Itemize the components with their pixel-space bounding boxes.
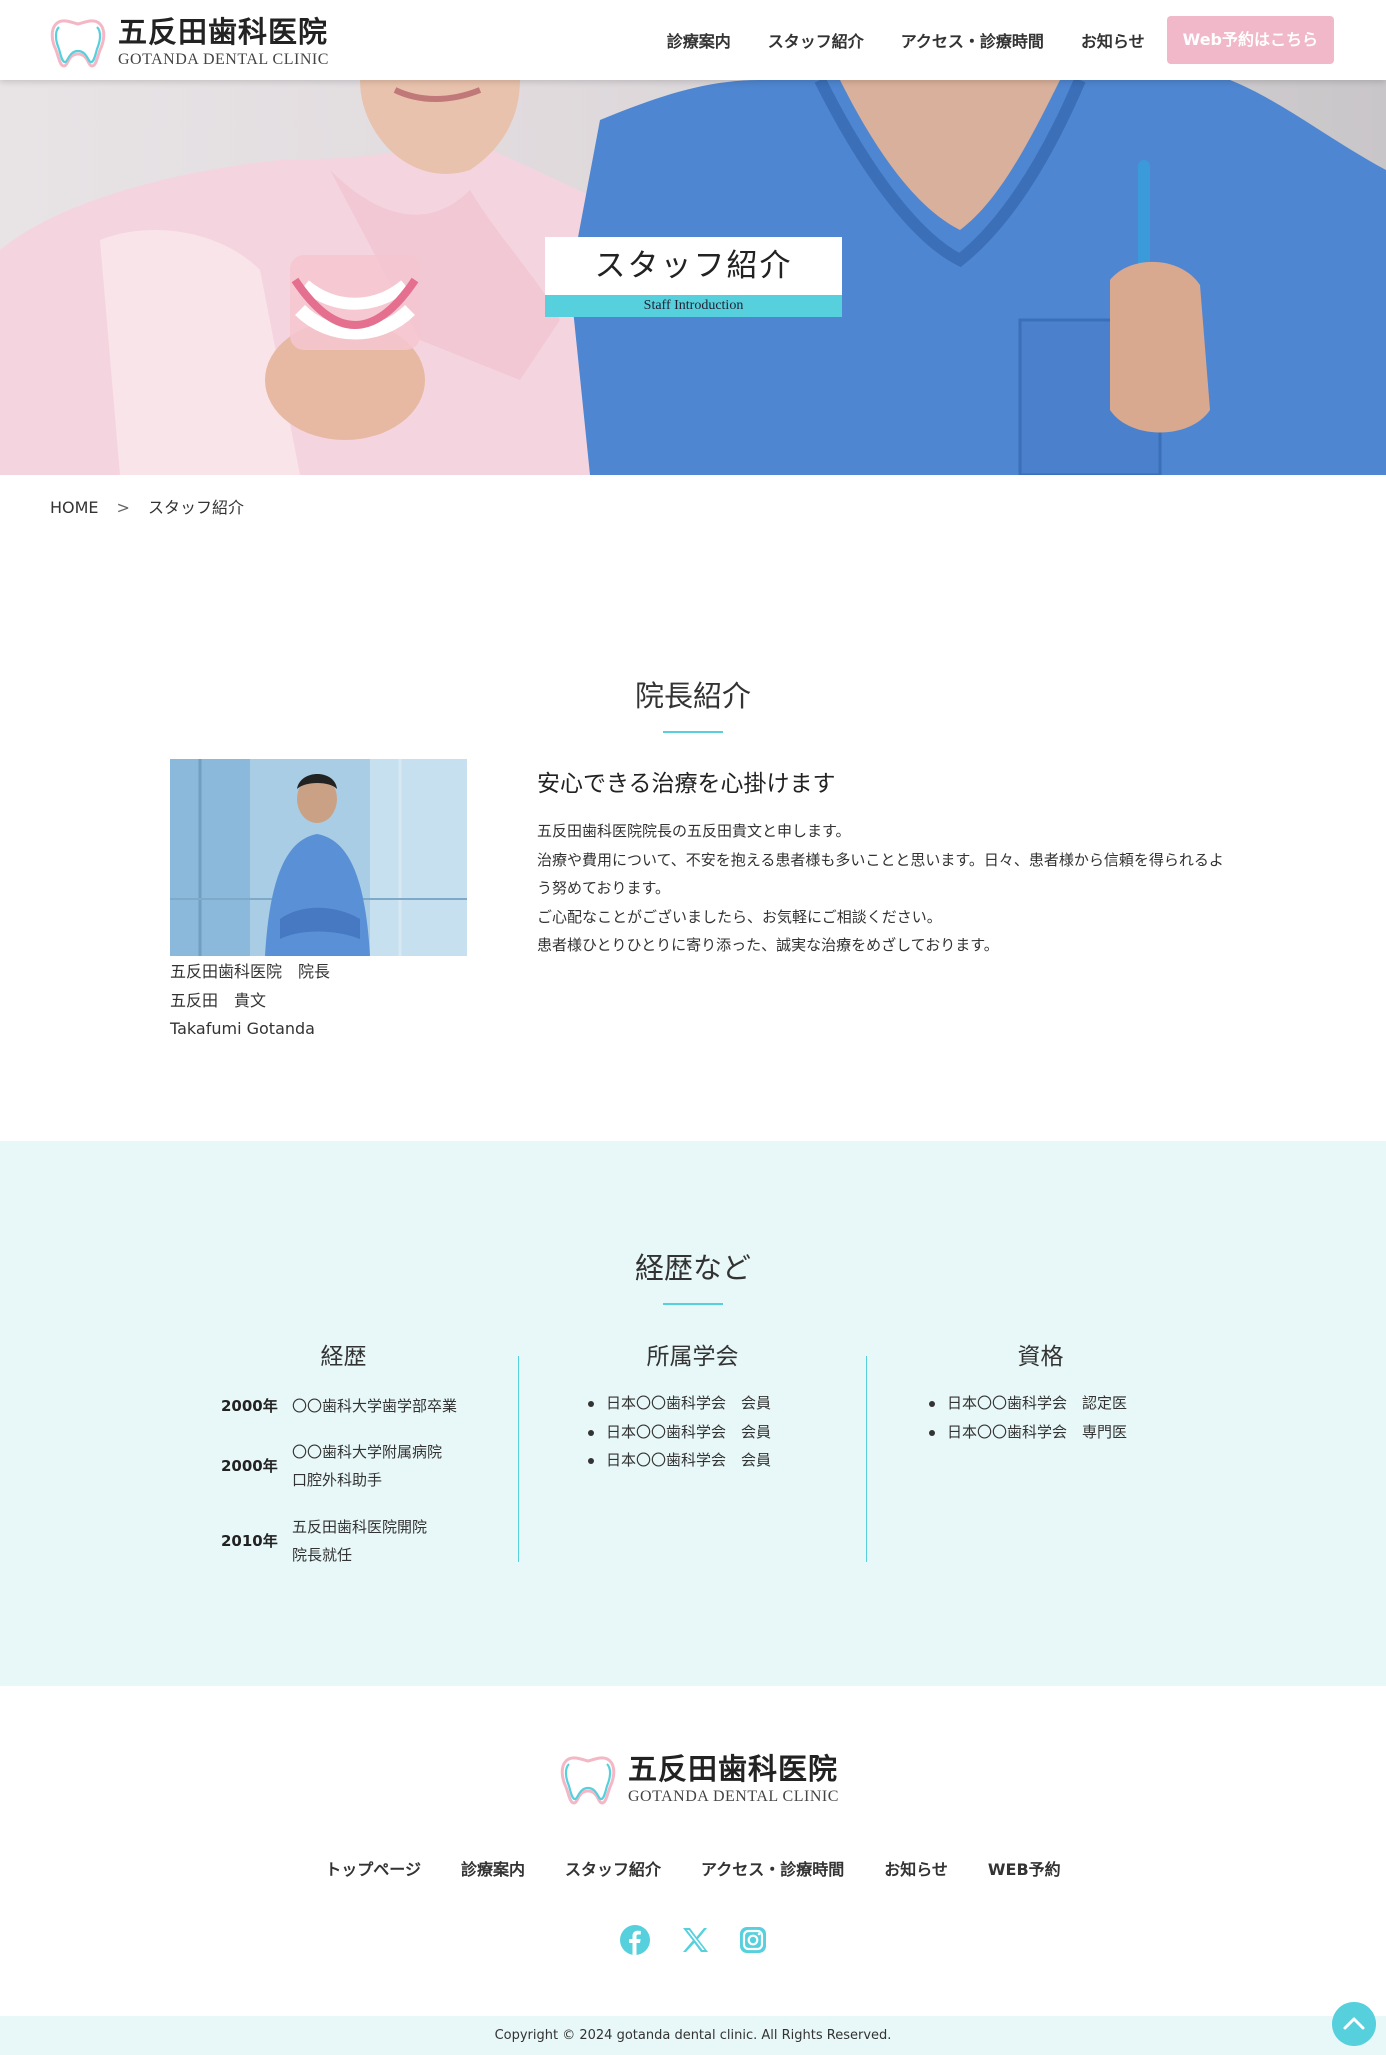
logo-text-en: GOTANDA DENTAL CLINIC: [118, 50, 329, 68]
copyright-bar: Copyright © 2024 gotanda dental clinic. …: [0, 2016, 1386, 2055]
director-name-en: Takafumi Gotanda: [170, 1019, 315, 1038]
director-message-line: 五反田歯科医院院長の五反田貴文と申します。: [537, 822, 851, 840]
column-divider: [518, 1356, 519, 1562]
history-line: 〇〇歯科大学附属病院: [292, 1443, 443, 1461]
footer-nav-reservation[interactable]: WEB予約: [988, 1856, 1061, 1880]
copyright-text: Copyright © 2024 gotanda dental clinic. …: [494, 2028, 892, 2043]
breadcrumb-current: スタッフ紹介: [147, 498, 244, 517]
back-to-top-button[interactable]: [1332, 2002, 1376, 2046]
page-title: スタッフ紹介: [545, 237, 842, 295]
footer-nav: トップページ 診療案内 スタッフ紹介 アクセス・診療時間 お知らせ WEB予約: [0, 1856, 1386, 1880]
license-list: 日本〇〇歯科学会 認定医 日本〇〇歯科学会 専門医: [927, 1389, 1127, 1446]
society-item: 日本〇〇歯科学会 会員: [586, 1418, 771, 1447]
hero-banner: スタッフ紹介 Staff Introduction: [0, 80, 1386, 475]
global-nav: 診療案内 スタッフ紹介 アクセス・診療時間 お知らせ Web予約はこちら: [630, 16, 1334, 64]
page-subtitle: Staff Introduction: [545, 295, 842, 317]
history-row: 2000年 〇〇歯科大学歯学部卒業: [221, 1392, 457, 1420]
nav-item-staff[interactable]: スタッフ紹介: [768, 28, 864, 52]
history-year: 2000年: [221, 1397, 278, 1415]
site-header: 五反田歯科医院 GOTANDA DENTAL CLINIC 診療案内 スタッフ紹…: [0, 0, 1386, 80]
footer-nav-services[interactable]: 診療案内: [461, 1856, 525, 1880]
director-message-heading: 安心できる治療を心掛けます: [537, 771, 836, 797]
footer-nav-staff[interactable]: スタッフ紹介: [565, 1856, 661, 1880]
history-text: 五反田歯科医院開院 院長就任: [292, 1513, 427, 1569]
tooth-logo-icon: [560, 1756, 616, 1805]
director-title-underline: [663, 731, 723, 733]
society-item: 日本〇〇歯科学会 会員: [586, 1446, 771, 1475]
instagram-icon[interactable]: [737, 1924, 769, 1956]
career-title-underline: [663, 1303, 723, 1305]
breadcrumb: HOME > スタッフ紹介: [50, 494, 244, 518]
director-title-text: 五反田歯科医院 院長: [170, 962, 331, 981]
director-caption: 五反田歯科医院 院長 五反田 貴文 Takafumi Gotanda: [170, 958, 330, 1044]
history-title: 経歴: [320, 1344, 367, 1370]
director-message-line: ご心配なことがございましたら、お気軽にご相談ください。: [537, 907, 942, 926]
history-text: 〇〇歯科大学歯学部卒業: [292, 1392, 457, 1420]
column-divider: [866, 1356, 867, 1562]
society-title: 所属学会: [646, 1344, 739, 1370]
director-section-title: 院長紹介: [634, 679, 751, 713]
footer-nav-access[interactable]: アクセス・診療時間: [701, 1856, 844, 1880]
footer-logo-text-jp: 五反田歯科医院: [628, 1752, 839, 1787]
director-message-line: 患者様ひとりひとりに寄り添った、誠実な治療をめざしております。: [537, 936, 999, 954]
footer-logo[interactable]: 五反田歯科医院 GOTANDA DENTAL CLINIC: [558, 1753, 839, 1807]
society-list: 日本〇〇歯科学会 会員 日本〇〇歯科学会 会員 日本〇〇歯科学会 会員: [586, 1389, 771, 1475]
history-line: 院長就任: [292, 1546, 353, 1564]
history-line: 〇〇歯科大学歯学部卒業: [292, 1397, 458, 1415]
history-year: 2000年: [221, 1457, 278, 1475]
footer-nav-top[interactable]: トップページ: [325, 1856, 421, 1880]
director-message-line: 治療や費用について、不安を抱える患者様も多いことと思います。日々、患者様から信頼…: [537, 850, 1224, 898]
hero-title-box: スタッフ紹介 Staff Introduction: [545, 237, 842, 317]
nav-item-services[interactable]: 診療案内: [667, 28, 731, 52]
site-logo[interactable]: 五反田歯科医院 GOTANDA DENTAL CLINIC: [48, 16, 329, 70]
license-item: 日本〇〇歯科学会 専門医: [927, 1418, 1127, 1447]
director-name-jp: 五反田 貴文: [170, 990, 267, 1010]
history-line: 五反田歯科医院開院: [292, 1518, 428, 1536]
history-row: 2000年 〇〇歯科大学附属病院 口腔外科助手: [221, 1438, 442, 1494]
facebook-icon[interactable]: [619, 1924, 651, 1956]
society-item: 日本〇〇歯科学会 会員: [586, 1389, 771, 1418]
director-photo: [170, 759, 467, 956]
footer-logo-text-en: GOTANDA DENTAL CLINIC: [628, 1787, 839, 1805]
tooth-logo-icon: [50, 19, 106, 68]
x-icon[interactable]: [679, 1924, 711, 1956]
history-text: 〇〇歯科大学附属病院 口腔外科助手: [292, 1438, 442, 1494]
license-item: 日本〇〇歯科学会 認定医: [927, 1389, 1127, 1418]
history-year: 2010年: [221, 1532, 278, 1550]
history-line: 口腔外科助手: [292, 1471, 383, 1489]
nav-item-access[interactable]: アクセス・診療時間: [901, 28, 1044, 52]
footer-nav-news[interactable]: お知らせ: [884, 1856, 948, 1880]
breadcrumb-separator: >: [116, 498, 130, 517]
breadcrumb-home-link[interactable]: HOME: [50, 498, 99, 517]
license-title: 資格: [1017, 1344, 1064, 1370]
nav-item-news[interactable]: お知らせ: [1081, 28, 1145, 52]
history-row: 2010年 五反田歯科医院開院 院長就任: [221, 1513, 427, 1569]
logo-text-jp: 五反田歯科医院: [118, 15, 329, 50]
director-message-body: 五反田歯科医院院長の五反田貴文と申します。 治療や費用について、不安を抱える患者…: [537, 817, 1237, 960]
career-section-title: 経歴など: [634, 1251, 751, 1285]
web-reservation-button[interactable]: Web予約はこちら: [1166, 16, 1334, 64]
